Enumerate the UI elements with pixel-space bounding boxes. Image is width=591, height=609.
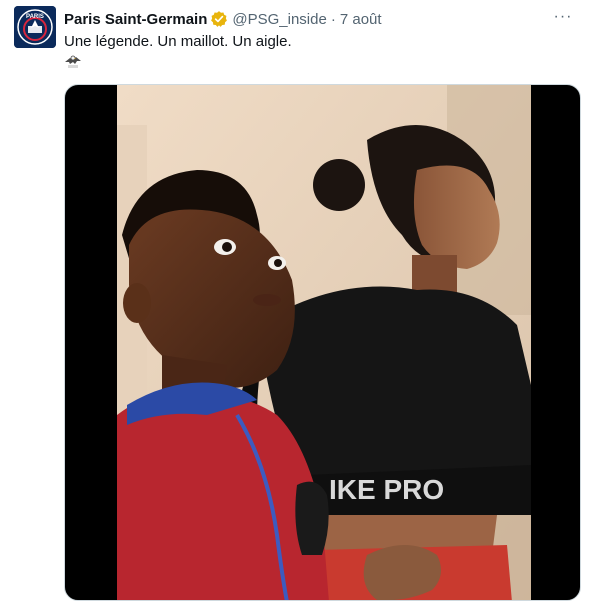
tweet-header: Paris Saint-Germain @PSG_inside · 7 août [64,8,577,30]
logo-top-text: PARIS [26,14,44,20]
more-options-icon[interactable]: ··· [551,6,575,28]
separator-dot: · [330,10,336,28]
psg-logo-icon: PARIS [14,6,56,48]
tweet-date[interactable]: 7 août [340,11,382,28]
shirt-text: IKE PRO [329,474,444,505]
author-handle[interactable]: @PSG_inside [232,11,326,28]
video-still-image: IKE PRO [117,85,531,600]
author-name[interactable]: Paris Saint-Germain [64,11,207,28]
tweet[interactable]: PARIS Paris Saint-Germain @PSG_inside · … [0,0,591,609]
video-media[interactable]: IKE PRO [64,84,581,601]
avatar[interactable]: PARIS [14,6,56,48]
eagle-emoji-icon [64,53,82,69]
tweet-text: Une légende. Un maillot. Un aigle. [64,33,292,50]
verified-badge-icon [210,10,228,28]
video-frame: IKE PRO [117,85,531,600]
